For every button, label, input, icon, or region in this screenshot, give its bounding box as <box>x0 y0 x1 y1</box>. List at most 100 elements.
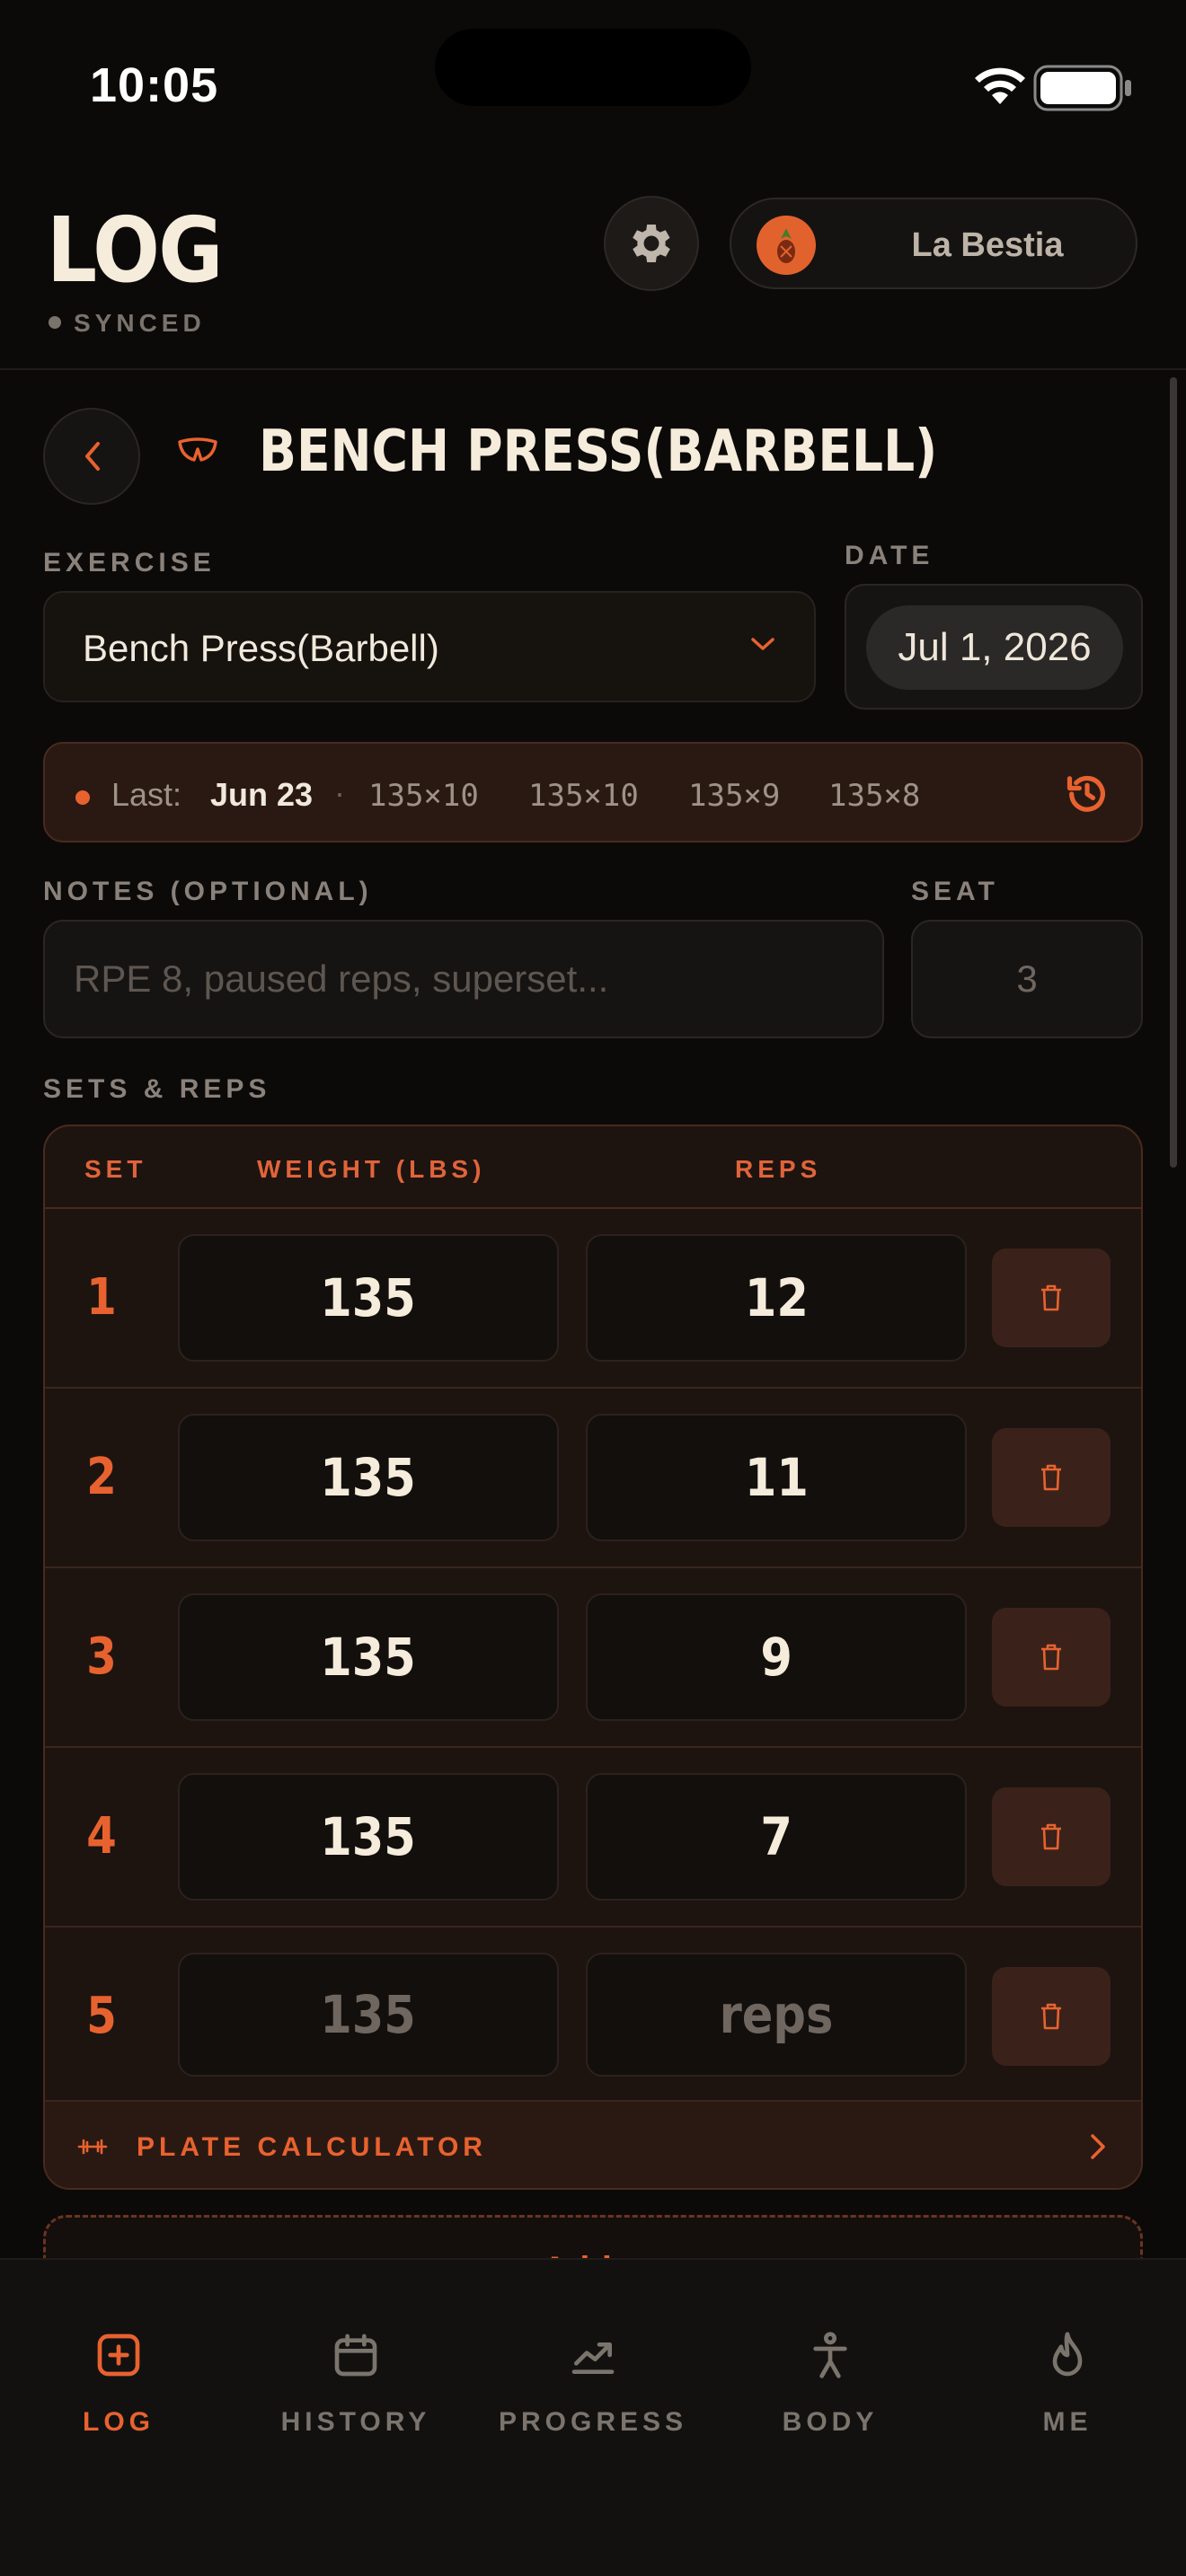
weight-value: 135 <box>320 1267 417 1328</box>
exercise-select-value: Bench Press(Barbell) <box>83 627 439 669</box>
delete-set-button[interactable] <box>992 1608 1111 1707</box>
weight-input[interactable]: 135 <box>178 1773 559 1901</box>
delete-set-button[interactable] <box>992 1248 1111 1347</box>
back-button[interactable] <box>43 408 140 505</box>
sets-reps-label: SETS & REPS <box>43 1074 271 1104</box>
delete-set-button[interactable] <box>992 1428 1111 1527</box>
set-row: 5 135 reps <box>45 1928 1141 2102</box>
chest-muscle-icon <box>178 437 217 462</box>
exercise-label: EXERCISE <box>43 548 216 578</box>
app-header: LOG SYNCED La Bestia <box>0 171 1186 370</box>
wifi-icon <box>975 67 1025 104</box>
tab-history-label: HISTORY <box>280 2407 431 2437</box>
date-value[interactable]: Jul 1, 2026 <box>866 605 1123 690</box>
trash-icon <box>1041 1644 1061 1671</box>
col-weight-header: WEIGHT (LBS) <box>257 1155 486 1183</box>
notes-label: NOTES (OPTIONAL) <box>43 877 373 906</box>
calendar-icon <box>334 2333 377 2377</box>
weight-input[interactable]: 135 <box>178 1953 559 2077</box>
weight-input[interactable]: 135 <box>178 1414 559 1541</box>
set-number: 5 <box>86 1987 117 2045</box>
last-session-separator: · <box>334 774 345 811</box>
set-number: 4 <box>86 1807 117 1866</box>
plate-calculator-label: PLATE CALCULATOR <box>137 2132 487 2162</box>
trash-icon <box>1041 1284 1061 1311</box>
weight-value: 135 <box>320 1806 417 1867</box>
reps-input[interactable]: reps <box>586 1953 967 2077</box>
dynamic-island <box>435 29 751 106</box>
date-picker[interactable]: Jul 1, 2026 <box>845 584 1143 710</box>
col-reps-header: REPS <box>735 1155 822 1183</box>
set-row: 2 135 11 <box>45 1389 1141 1568</box>
plus-square-icon <box>97 2333 140 2377</box>
exercise-title: BENCH PRESS(BARBELL) <box>259 419 938 485</box>
last-session-set: 135×8 <box>828 778 921 814</box>
last-session-label: Last: <box>111 776 182 813</box>
plate-calculator-button[interactable]: PLATE CALCULATOR <box>45 2102 1141 2188</box>
sets-table: SET WEIGHT (LBS) REPS 1 135 12 2 135 11 … <box>43 1125 1143 2190</box>
set-number: 3 <box>86 1628 117 1686</box>
weight-input[interactable]: 135 <box>178 1593 559 1721</box>
last-session-dot-icon <box>75 790 90 805</box>
history-icon[interactable] <box>1064 771 1111 817</box>
sync-status-label: SYNCED <box>74 309 206 337</box>
settings-button[interactable] <box>604 196 699 291</box>
reps-value: 9 <box>760 1627 792 1688</box>
last-session-set: 135×10 <box>528 778 639 814</box>
seat-label: SEAT <box>911 877 999 906</box>
reps-input[interactable]: 7 <box>586 1773 967 1901</box>
weight-value: 135 <box>320 1447 417 1508</box>
trash-icon <box>1041 1823 1061 1850</box>
weight-input[interactable]: 135 <box>178 1234 559 1362</box>
sync-status: SYNCED <box>49 309 206 338</box>
tab-progress-label: PROGRESS <box>498 2407 688 2437</box>
trash-icon <box>1041 1464 1061 1491</box>
profile-switcher[interactable]: La Bestia <box>730 198 1137 289</box>
tab-body[interactable]: BODY <box>712 2323 949 2457</box>
delete-set-button[interactable] <box>992 1787 1111 1886</box>
set-row: 4 135 7 <box>45 1748 1141 1928</box>
reps-placeholder: reps <box>719 1984 834 2045</box>
last-session-date: Jun 23 <box>210 776 314 813</box>
gear-icon <box>633 224 670 263</box>
tab-bar: LOG HISTORY PROGRESS BODY ME <box>0 2258 1186 2576</box>
chevron-down-icon <box>751 638 774 650</box>
barbell-icon <box>77 2139 108 2155</box>
last-session-set: 135×10 <box>368 778 479 814</box>
tab-progress[interactable]: PROGRESS <box>474 2323 712 2457</box>
sync-dot-icon <box>49 316 61 329</box>
pineapple-icon <box>777 228 795 263</box>
tab-log[interactable]: LOG <box>0 2323 237 2457</box>
tab-me-label: ME <box>1042 2407 1093 2437</box>
flame-icon <box>1052 2332 1083 2377</box>
delete-set-button[interactable] <box>992 1967 1111 2066</box>
reps-value: 12 <box>744 1267 809 1328</box>
reps-value: 11 <box>744 1447 809 1508</box>
trend-up-icon <box>571 2342 615 2374</box>
set-row: 1 135 12 <box>45 1209 1141 1389</box>
tab-me[interactable]: ME <box>949 2323 1186 2457</box>
weight-placeholder: 135 <box>320 1984 417 2045</box>
notes-input[interactable] <box>43 920 884 1038</box>
set-row: 3 135 9 <box>45 1568 1141 1748</box>
weight-value: 135 <box>320 1627 417 1688</box>
seat-input[interactable]: 3 <box>911 920 1143 1038</box>
battery-icon <box>1033 65 1131 111</box>
trash-icon <box>1041 2003 1061 2030</box>
tab-history[interactable]: HISTORY <box>237 2323 474 2457</box>
sets-table-header: SET WEIGHT (LBS) REPS <box>45 1126 1141 1209</box>
last-session-summary: Last: Jun 23 · 135×10 135×10 135×9 135×8 <box>43 742 1143 842</box>
avatar <box>757 216 816 275</box>
scrollbar[interactable] <box>1170 377 1177 1168</box>
reps-input[interactable]: 9 <box>586 1593 967 1721</box>
page-title: LOG <box>47 198 223 303</box>
reps-input[interactable]: 12 <box>586 1234 967 1362</box>
exercise-select[interactable]: Bench Press(Barbell) <box>43 591 816 702</box>
status-time: 10:05 <box>90 58 219 112</box>
last-session-set: 135×9 <box>688 778 781 814</box>
reps-value: 7 <box>760 1806 792 1867</box>
date-label: DATE <box>845 541 934 570</box>
chevron-right-icon <box>1091 2134 1105 2159</box>
tab-body-label: BODY <box>782 2407 879 2437</box>
reps-input[interactable]: 11 <box>586 1414 967 1541</box>
